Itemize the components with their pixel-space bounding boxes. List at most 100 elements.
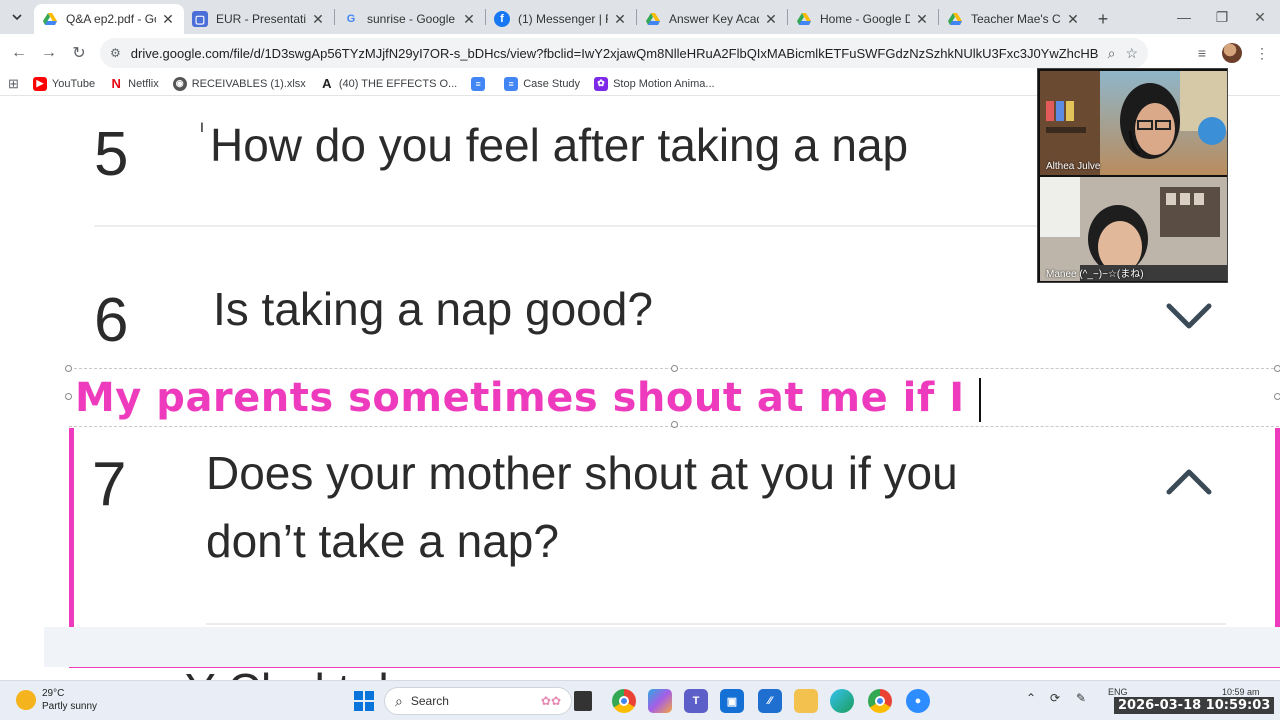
typed-answer-line[interactable]: My parents sometimes shout at me if I [75, 375, 981, 422]
tab-label: Answer Key Acadsoc [669, 12, 759, 26]
bookmark-label: Netflix [128, 77, 159, 90]
tab-search-button[interactable] [0, 0, 34, 34]
chrome-profile-icon[interactable] [868, 689, 892, 713]
close-icon[interactable]: ✕ [160, 11, 176, 28]
bookmark-case-study[interactable]: ≡ Case Study [504, 76, 581, 91]
reload-button[interactable]: ↻ [64, 38, 94, 68]
close-icon[interactable]: ✕ [763, 11, 779, 28]
bookmark-netflix[interactable]: N Netflix [109, 76, 159, 91]
tab-strip: Q&A ep2.pdf - Goog ✕ ▢ EUR - Presentatio… [0, 0, 1280, 34]
edge-icon[interactable] [830, 689, 854, 713]
tab-label: (1) Messenger | Facel [518, 12, 608, 26]
url-text: drive.google.com/file/d/1D3swgAp56TYzMJj… [130, 45, 1098, 61]
bookmark-label: Case Study [523, 77, 581, 90]
bookmark-label: YouTube [51, 77, 96, 90]
bookmark-docs[interactable]: ≡ [471, 76, 490, 91]
bookmark-label: RECEIVABLES (1).xlsx [191, 77, 306, 90]
resize-handle[interactable] [1274, 365, 1280, 372]
weather-widget[interactable]: 29°C Partly sunny [16, 687, 97, 713]
copilot-icon[interactable] [648, 689, 672, 713]
search-highlight-icon: ✿✿ [540, 694, 561, 708]
google-drive-icon [645, 11, 661, 27]
minimize-button[interactable]: — [1164, 0, 1204, 34]
close-window-button[interactable]: ✕ [1240, 0, 1280, 34]
tab-label: Home - Google Drive [820, 12, 910, 26]
close-icon[interactable]: ✕ [310, 11, 326, 28]
question-text: Is taking a nap good? [213, 283, 653, 335]
playlist-icon: ≡ [1197, 45, 1207, 61]
question-number: 5 [94, 120, 129, 189]
app-icon[interactable]: ⁄⁄ [758, 689, 782, 713]
video-call-window[interactable]: Althea Julve Manee (^_−)−☆(まね) [1037, 68, 1228, 283]
docs-icon: ≡ [504, 76, 519, 91]
address-bar[interactable]: ⚙ drive.google.com/file/d/1D3swgAp56TYzM… [100, 38, 1148, 68]
bookmark-receivables[interactable]: ◉ RECEIVABLES (1).xlsx [172, 76, 306, 91]
chevron-up-icon[interactable]: ⌃ [1026, 691, 1036, 705]
clock-time[interactable]: 10:59 am [1222, 687, 1260, 697]
profile-button[interactable] [1218, 38, 1246, 68]
bookmark-label: Stop Motion Anima... [613, 77, 715, 90]
store-icon[interactable]: ▣ [720, 689, 744, 713]
canva-icon: ✿ [594, 76, 609, 91]
video-tile-teacher: Althea Julve [1040, 71, 1227, 175]
resize-handle[interactable] [65, 393, 72, 400]
windows-logo-icon [354, 691, 374, 711]
avatar [1222, 43, 1242, 63]
resize-handle[interactable] [671, 365, 678, 372]
expand-button[interactable] [1166, 303, 1212, 329]
language-indicator[interactable]: ENG [1108, 687, 1128, 697]
search-icon: ⌕ [395, 692, 403, 709]
tab-google-drive-home[interactable]: Home - Google Drive ✕ [788, 4, 938, 34]
resize-handle[interactable] [65, 365, 72, 372]
recording-timestamp: 2026-03-18 10:59:03 [1114, 697, 1275, 714]
weather-temp: 29°C [42, 688, 65, 699]
bookmark-effects[interactable]: A (40) THE EFFECTS O... [320, 76, 457, 91]
teams-icon[interactable]: T [684, 689, 708, 713]
pen-icon[interactable]: ✎ [1076, 691, 1086, 705]
tab-sunrise-search[interactable]: G sunrise - Google Sea ✕ [335, 4, 485, 34]
windows-taskbar: 29°C Partly sunny ⌕ Search ✿✿ T ▣ ⁄⁄ ● ⌃… [0, 680, 1280, 720]
forward-button[interactable]: → [34, 38, 64, 68]
task-view-icon[interactable] [574, 691, 592, 711]
media-control-button[interactable]: ≡ [1188, 38, 1216, 68]
close-icon[interactable]: ✕ [914, 11, 930, 28]
zoom-icon[interactable]: ⌕ [1108, 45, 1116, 62]
presentation-icon: ▢ [192, 11, 208, 27]
resize-handle[interactable] [1274, 393, 1280, 400]
tab-eur-presentation[interactable]: ▢ EUR - Presentation ✕ [184, 4, 334, 34]
taskbar-search[interactable]: ⌕ Search ✿✿ [384, 687, 572, 715]
site-info-icon[interactable]: ⚙ [110, 46, 121, 60]
file-explorer-icon[interactable] [794, 689, 818, 713]
bookmark-youtube[interactable]: ▶ YouTube [32, 76, 96, 91]
zoom-app-icon[interactable]: ● [906, 689, 930, 713]
close-icon[interactable]: ✕ [1065, 11, 1081, 28]
chrome-icon[interactable] [612, 689, 636, 713]
divider [206, 623, 1226, 625]
star-icon[interactable]: ☆ [1125, 45, 1138, 62]
facebook-icon: f [494, 11, 510, 27]
more-vert-icon: ⋮ [1255, 44, 1269, 61]
maximize-button[interactable]: ❐ [1202, 0, 1242, 34]
back-button[interactable]: ← [4, 38, 34, 68]
bookmark-stop-motion[interactable]: ✿ Stop Motion Anima... [594, 76, 715, 91]
close-icon[interactable]: ✕ [612, 11, 628, 28]
start-button[interactable] [352, 689, 376, 713]
participant-name: Althea Julve [1046, 161, 1101, 172]
new-tab-button[interactable]: + [1089, 4, 1117, 34]
tab-answer-key[interactable]: Answer Key Acadsoc ✕ [637, 4, 787, 34]
close-icon[interactable]: ✕ [461, 11, 477, 28]
next-question-text-cutoff: Y Ch d t d [185, 663, 389, 680]
sync-icon[interactable]: ⟳ [1050, 691, 1060, 705]
reload-icon: ↻ [72, 45, 86, 62]
question-text-line-2: don’t take a nap? [206, 515, 559, 567]
menu-button[interactable]: ⋮ [1248, 38, 1276, 68]
collapse-button[interactable] [1166, 469, 1212, 495]
apps-button[interactable]: ⊞ [8, 76, 19, 92]
tab-teacher-mae[interactable]: Teacher Mae's Classr ✕ [939, 4, 1089, 34]
resize-handle[interactable] [671, 421, 678, 428]
participant-video [1040, 71, 1227, 175]
tab-messenger[interactable]: f (1) Messenger | Facel ✕ [486, 4, 636, 34]
participant-name: Manee (^_−)−☆(まね) [1046, 269, 1144, 280]
tab-qa-pdf[interactable]: Q&A ep2.pdf - Goog ✕ [34, 4, 184, 34]
youtube-icon: ▶ [32, 76, 47, 91]
